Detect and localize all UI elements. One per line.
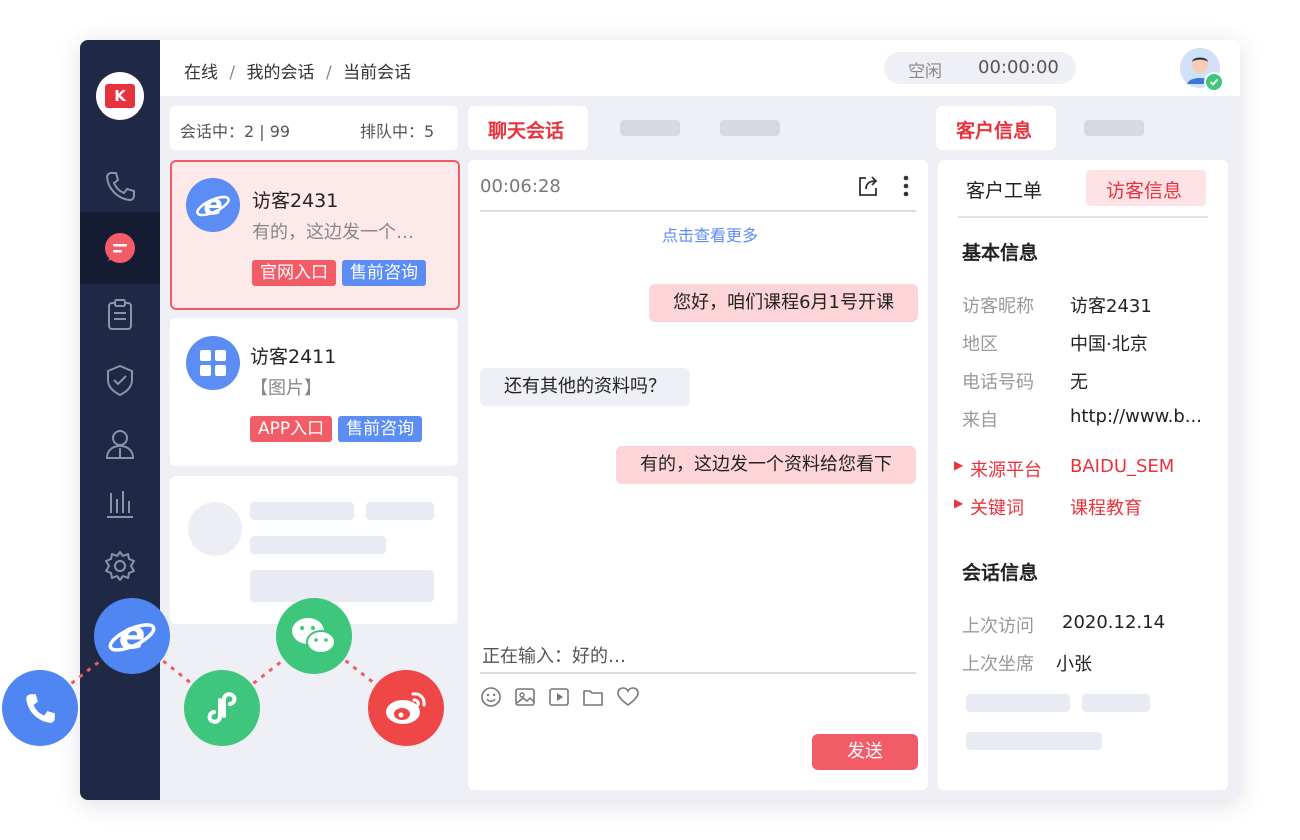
phone-icon[interactable] xyxy=(2,670,78,746)
ie-browser-icon[interactable]: e xyxy=(94,598,170,674)
wechat-icon[interactable] xyxy=(276,598,352,674)
weibo-icon[interactable] xyxy=(368,670,444,746)
svg-text:e: e xyxy=(119,614,145,659)
mini-program-icon[interactable] xyxy=(184,670,260,746)
